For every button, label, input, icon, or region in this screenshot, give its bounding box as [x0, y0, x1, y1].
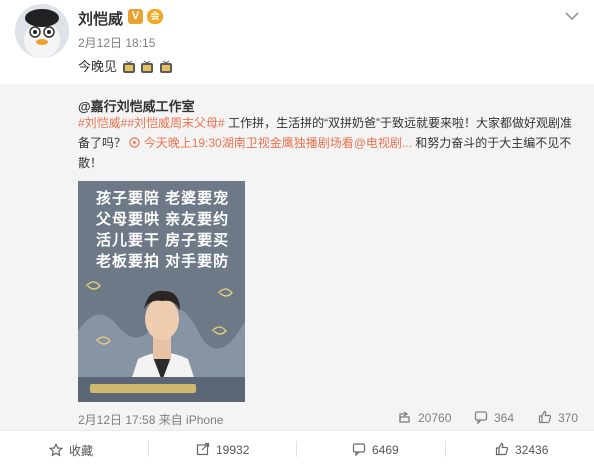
reposted-weibo[interactable]: @嘉行刘恺威工作室 #刘恺威##刘恺威周末父母# 工作拼，生活拼的“双拼奶爸”于… — [0, 84, 594, 430]
comment-count[interactable]: 364 — [474, 410, 514, 425]
tv-emoji-icon — [159, 60, 172, 73]
vip-badge-icon: 会 — [147, 9, 163, 24]
tv-emoji-icon — [141, 60, 154, 73]
post-text-content: 今晚见 — [78, 59, 118, 74]
favorite-button[interactable]: 收藏 — [49, 442, 93, 459]
post-text: 今晚见 — [78, 56, 173, 75]
comment-button[interactable]: 6469 — [352, 442, 399, 457]
like-button[interactable]: 32436 — [495, 442, 548, 457]
comment-count-value: 364 — [494, 411, 515, 425]
hashtag-link[interactable]: #刘恺威周末父母# — [127, 116, 224, 130]
video-link[interactable]: 今天晚上19:30湖南卫视金鹰独播剧场看@电视剧... — [144, 136, 412, 150]
thumbs-up-icon — [495, 442, 509, 456]
poster-line: 活儿要干 房子要买 — [96, 232, 230, 249]
divider — [296, 441, 297, 457]
poster-caption: 孩子要陪 老婆要宠 父母要哄 亲友要约 活儿要干 房子要买 老板要拍 对手要防 — [78, 187, 245, 271]
divider — [148, 441, 149, 457]
action-bar: 收藏 19932 6469 32436 — [0, 430, 594, 466]
author-name[interactable]: 刘恺威 — [78, 8, 123, 29]
like-button-count: 32436 — [515, 443, 549, 457]
star-icon — [49, 443, 63, 457]
share-icon — [196, 442, 210, 456]
comment-icon — [474, 411, 488, 425]
divider — [445, 441, 446, 457]
poster-image[interactable]: 孩子要陪 老婆要宠 父母要哄 亲友要约 活儿要干 房子要买 老板要拍 对手要防 — [78, 181, 245, 402]
repost-meta: 2月12日 17:58 来自 iPhone — [78, 413, 224, 427]
repost-count[interactable]: 20760 — [398, 410, 451, 425]
comment-button-count: 6469 — [372, 443, 399, 457]
repost-button[interactable]: 19932 — [196, 442, 249, 457]
poster-line: 老板要拍 对手要防 — [96, 253, 230, 270]
avatar[interactable] — [15, 4, 69, 58]
comment-icon — [352, 443, 366, 456]
favorite-label: 收藏 — [69, 444, 94, 458]
post-header: 刘恺威 V 会 2月12日 18:15 今晚见 — [0, 0, 594, 82]
chevron-down-icon[interactable] — [562, 6, 582, 26]
repost-button-count: 19932 — [216, 443, 250, 457]
post-time[interactable]: 2月12日 18:15 — [78, 34, 155, 51]
poster-line: 孩子要陪 老婆要宠 — [96, 190, 230, 207]
avatar-image — [15, 4, 69, 58]
video-link-icon[interactable] — [129, 136, 143, 150]
poster-line: 父母要哄 亲友要约 — [96, 211, 230, 228]
hashtag-link[interactable]: #刘恺威# — [78, 116, 127, 130]
thumbs-up-icon — [538, 410, 552, 424]
verified-icon: V — [128, 9, 143, 24]
like-count[interactable]: 370 — [538, 410, 578, 425]
like-count-value: 370 — [558, 411, 579, 425]
origin-text: #刘恺威##刘恺威周末父母# 工作拼，生活拼的“双拼奶爸”于致远就要来啦！大家都… — [78, 113, 583, 173]
share-icon — [399, 411, 410, 423]
repost-count-value: 20760 — [418, 411, 452, 425]
tv-emoji-icon — [122, 60, 135, 73]
